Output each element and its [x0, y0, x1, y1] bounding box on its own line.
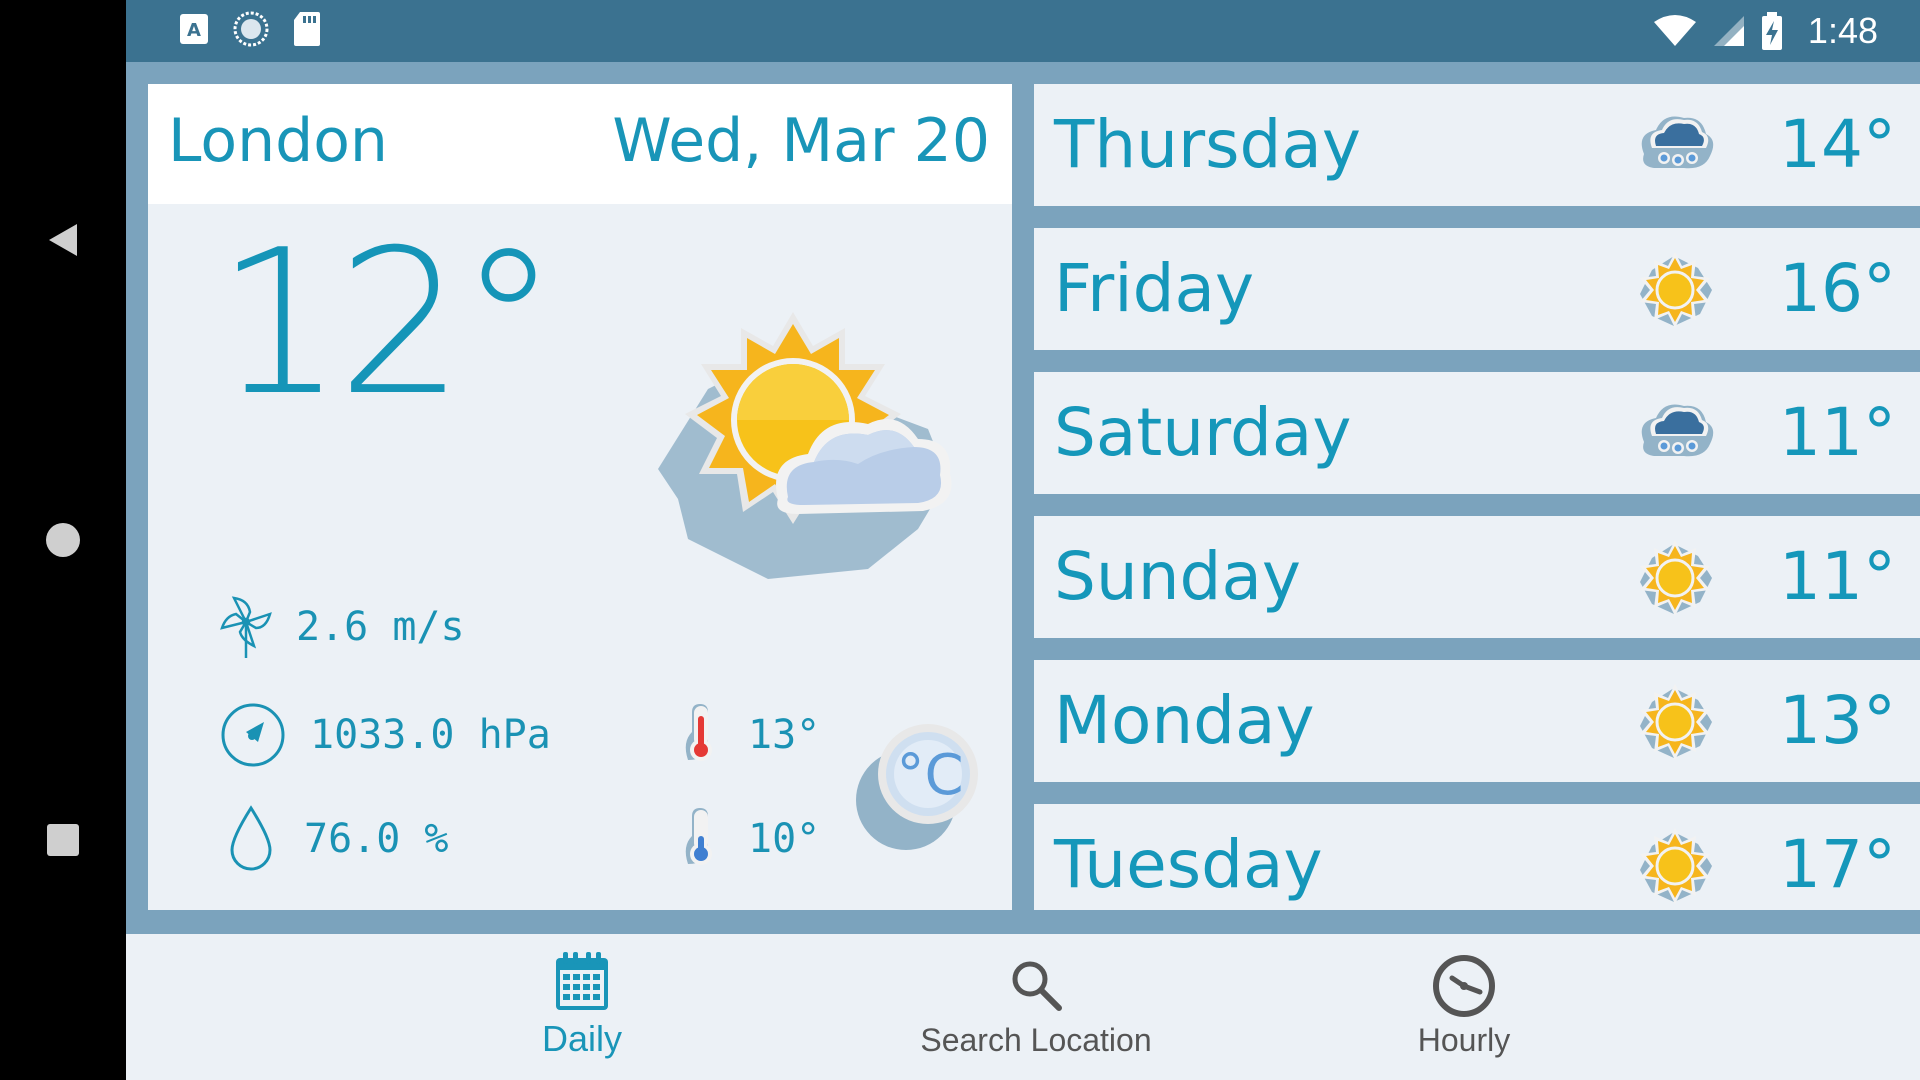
- forecast-row[interactable]: Tuesday 17°: [1034, 804, 1920, 910]
- thermometer-cold-icon: [685, 808, 712, 865]
- thermometer-hot-icon: [685, 704, 712, 761]
- battery-charging-icon: [1761, 12, 1782, 50]
- cell-signal-icon: [1713, 16, 1744, 46]
- search-icon: [1012, 961, 1062, 1011]
- back-button[interactable]: [0, 210, 126, 270]
- sun-icon: [1640, 684, 1712, 760]
- recents-icon: [47, 824, 79, 856]
- max-temp-row: 13°: [678, 702, 820, 768]
- forecast-day: Friday: [1054, 250, 1255, 327]
- tab-search-label: Search Location: [920, 1022, 1152, 1058]
- sun-icon: [1640, 252, 1712, 328]
- wind-speed: 2.6 m/s: [296, 604, 465, 650]
- forecast-day: Sunday: [1054, 538, 1301, 615]
- forecast-temp: 16°: [1779, 250, 1896, 327]
- min-temperature: 10°: [748, 816, 821, 862]
- bottom-navigation: Daily Search Location Hourly: [126, 934, 1920, 1080]
- forecast-row[interactable]: Thursday 14°: [1034, 84, 1920, 206]
- home-button[interactable]: [0, 512, 126, 568]
- rain-cloud-icon: [1641, 116, 1714, 169]
- current-weather-card: London Wed, Mar 20 12° 2.6 m/s 1033.0 hP…: [148, 84, 1012, 910]
- pressure-gauge-icon: [221, 703, 285, 767]
- calendar-icon: [556, 952, 608, 1010]
- clock: 1:48: [1807, 10, 1878, 51]
- current-date: Wed, Mar 20: [612, 106, 990, 176]
- current-temperature: 12°: [216, 207, 558, 440]
- forecast-temp: 11°: [1779, 394, 1896, 471]
- humidity-value: 76.0 %: [304, 816, 449, 862]
- forecast-day: Tuesday: [1054, 826, 1323, 903]
- humidity-row: 76.0 %: [226, 804, 449, 874]
- tab-hourly-label: Hourly: [1417, 1022, 1511, 1058]
- rain-cloud-icon: [1641, 404, 1714, 457]
- back-icon: [49, 224, 77, 256]
- sync-notification-icon: [233, 11, 269, 47]
- forecast-row[interactable]: Monday 13°: [1034, 660, 1920, 782]
- forecast-day: Saturday: [1054, 394, 1352, 471]
- app-screen: A 1:48 London Wed, Mar 20 12° 2.6 m/s 10…: [126, 0, 1920, 1080]
- wifi-icon: [1653, 15, 1696, 46]
- sun-icon: [1640, 828, 1712, 904]
- forecast-row[interactable]: Sunday 11°: [1034, 516, 1920, 638]
- status-bar: A 1:48: [126, 0, 1920, 62]
- system-nav-bar: [0, 0, 126, 1080]
- forecast-temp: 11°: [1779, 538, 1896, 615]
- recents-button[interactable]: [0, 812, 126, 868]
- tab-search-location[interactable]: Search Location: [856, 934, 1216, 1080]
- current-header: London Wed, Mar 20: [148, 84, 1012, 204]
- min-temp-row: 10°: [678, 806, 820, 872]
- sd-card-icon: [294, 12, 320, 46]
- celsius-label: °C: [896, 743, 963, 808]
- pressure-row: 1033.0 hPa: [220, 702, 551, 768]
- wind-pinwheel-icon: [220, 596, 272, 658]
- clock-icon: [1433, 955, 1495, 1017]
- pressure-value: 1033.0 hPa: [310, 712, 551, 758]
- tab-daily-label: Daily: [541, 1018, 622, 1059]
- sun-icon: [1640, 540, 1712, 616]
- forecast-day: Monday: [1054, 682, 1315, 759]
- forecast-temp: 17°: [1779, 826, 1896, 903]
- forecast-row[interactable]: Friday 16°: [1034, 228, 1920, 350]
- partly-cloudy-icon: [658, 312, 952, 579]
- wind-row: 2.6 m/s: [220, 594, 465, 660]
- celsius-toggle-button[interactable]: °C: [856, 722, 986, 852]
- forecast-row[interactable]: Saturday 11°: [1034, 372, 1920, 494]
- max-temperature: 13°: [748, 712, 821, 758]
- city-name: London: [168, 106, 388, 176]
- forecast-temp: 13°: [1779, 682, 1896, 759]
- humidity-drop-icon: [230, 805, 272, 871]
- forecast-temp: 14°: [1779, 106, 1896, 183]
- tab-daily[interactable]: Daily: [432, 934, 732, 1080]
- forecast-day: Thursday: [1054, 106, 1361, 183]
- home-icon: [46, 523, 80, 557]
- keyboard-notification-icon: A: [180, 14, 208, 44]
- svg-text:A: A: [187, 20, 201, 41]
- tab-hourly[interactable]: Hourly: [1314, 934, 1614, 1080]
